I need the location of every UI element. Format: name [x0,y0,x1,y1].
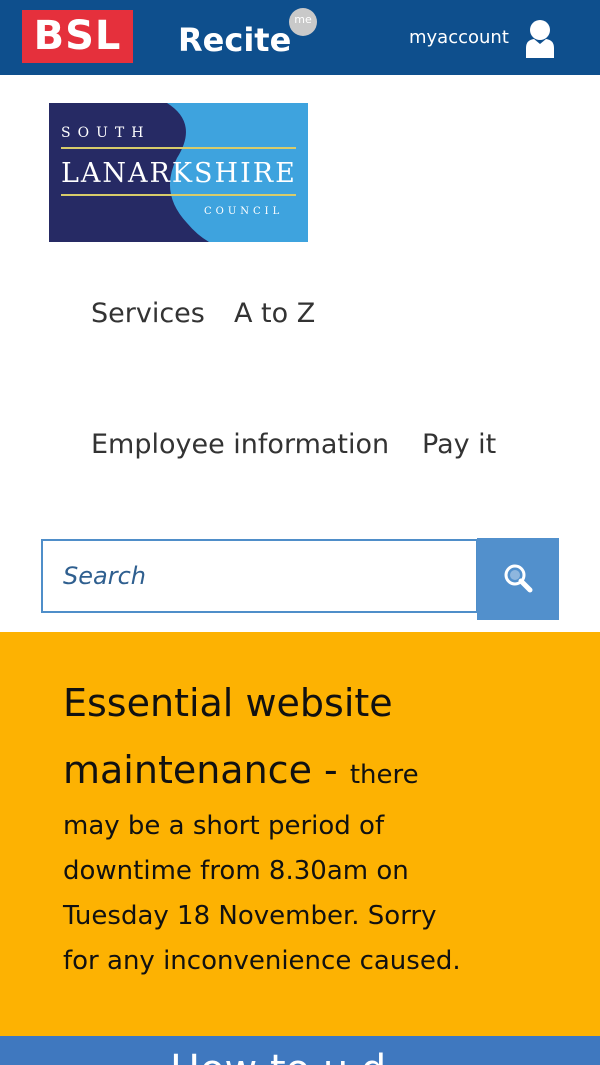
search-form [41,538,559,620]
notice-separator: - [311,748,350,792]
logo-line-council: COUNCIL [204,206,283,217]
logo-line-south: SOUTH [61,125,150,141]
bottom-heading: How to u d [170,1050,386,1065]
notice-body: there may be a short period of downtime … [63,760,461,976]
bottom-section: How to u d [0,1036,600,1065]
search-button[interactable] [477,538,559,620]
nav-services[interactable]: Services [91,297,205,331]
maintenance-notice: Essential website maintenance - there ma… [0,632,600,1036]
search-input[interactable] [41,539,478,613]
nav-pay-it[interactable]: Pay it [422,428,496,462]
notice-text: Essential website maintenance - there ma… [63,670,463,984]
user-icon[interactable] [523,18,557,58]
nav-employee-information[interactable]: Employee information [91,428,389,462]
council-logo[interactable]: SOUTH LANARKSHIRE COUNCIL [49,103,308,242]
logo-line-lanarkshire: LANARKSHIRE [61,158,297,189]
bsl-button[interactable]: BSL [22,10,133,63]
search-icon [504,564,533,593]
recite-me-button[interactable]: Recite [178,20,291,60]
recite-me-badge: me [289,8,317,36]
nav-a-to-z[interactable]: A to Z [234,297,315,331]
top-bar: BSL Recite me myaccount [0,0,600,75]
myaccount-link[interactable]: myaccount [409,26,509,50]
